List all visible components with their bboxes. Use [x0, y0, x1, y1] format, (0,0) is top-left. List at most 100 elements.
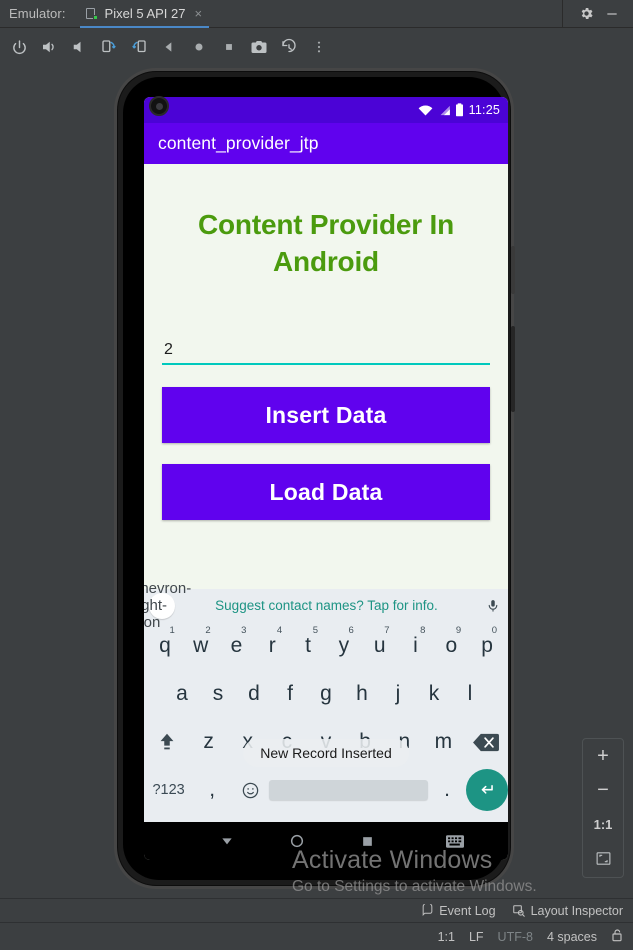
emulator-label: Emulator: [9, 6, 66, 21]
tab-label: Pixel 5 API 27 [104, 6, 186, 21]
load-data-button[interactable]: Load Data [162, 464, 490, 521]
shift-icon[interactable] [144, 720, 189, 764]
vertical-dots-icon[interactable] [304, 32, 334, 62]
layout-inspector-label: Layout Inspector [530, 903, 623, 918]
key-s[interactable]: s [200, 672, 236, 716]
insert-data-button[interactable]: Insert Data [162, 387, 490, 444]
key-o[interactable]: o9 [433, 624, 469, 668]
status-icons [418, 103, 464, 117]
tab-strip: Pixel 5 API 27 × [79, 0, 210, 28]
layout-inspector-button[interactable]: Layout Inspector [512, 904, 623, 918]
app-content: Content Provider In Android 2 Insert Dat… [144, 164, 508, 584]
keyboard-icon[interactable] [420, 834, 490, 848]
keyboard-row-4: ?123 , . [144, 766, 508, 814]
tab-active-underline [79, 25, 210, 28]
actual-size-button[interactable]: 1:1 [583, 807, 623, 841]
zoom-in-button[interactable]: + [583, 739, 623, 773]
key-h[interactable]: h [344, 672, 380, 716]
triangle-back-icon[interactable] [154, 32, 184, 62]
volume-up-icon[interactable] [34, 32, 64, 62]
key-k[interactable]: k [416, 672, 452, 716]
symbols-key[interactable]: ?123 [144, 768, 193, 812]
name-input-field[interactable]: 2 [162, 341, 490, 366]
indent-setting[interactable]: 4 spaces [547, 930, 597, 944]
rotate-right-icon[interactable] [124, 32, 154, 62]
square-overview-icon[interactable] [214, 32, 244, 62]
microphone-icon[interactable] [478, 597, 508, 615]
status-time: 11:25 [468, 103, 500, 117]
camera-punch-hole [149, 96, 169, 116]
enter-icon[interactable] [465, 768, 508, 812]
file-encoding[interactable]: UTF-8 [498, 930, 533, 944]
key-m[interactable]: m [424, 720, 463, 764]
key-z[interactable]: z [189, 720, 228, 764]
space-key[interactable] [269, 768, 429, 812]
event-log-button[interactable]: Event Log [421, 903, 496, 918]
key-q[interactable]: q1 [147, 624, 183, 668]
key-j[interactable]: j [380, 672, 416, 716]
suggestion-text[interactable]: Suggest contact names? Tap for info. [175, 598, 478, 613]
backspace-icon[interactable] [463, 731, 508, 753]
history-icon[interactable] [274, 32, 304, 62]
emulator-window: Emulator: Pixel 5 API 27 × 11:25 content… [0, 0, 633, 950]
line-separator[interactable]: LF [469, 930, 484, 944]
window-title-bar: Emulator: Pixel 5 API 27 × [0, 0, 633, 28]
key-g[interactable]: g [308, 672, 344, 716]
key-i[interactable]: i8 [398, 624, 434, 668]
chevron-right-icon[interactable]: chevron-right-icon [144, 580, 191, 631]
zoom-out-button[interactable]: − [583, 773, 623, 807]
phone-device: 11:25 content_provider_jtp Content Provi… [114, 68, 515, 889]
android-status-bar: 11:25 [144, 97, 508, 123]
key-a[interactable]: a [164, 672, 200, 716]
event-log-label: Event Log [439, 903, 496, 918]
power-icon[interactable] [4, 32, 34, 62]
window-controls [562, 0, 633, 28]
emulator-toolbar [0, 29, 633, 65]
volume-down-icon[interactable] [64, 32, 94, 62]
key-comma[interactable]: , [193, 768, 231, 812]
gear-icon[interactable] [575, 3, 597, 25]
key-period[interactable]: . [428, 768, 466, 812]
app-title: content_provider_jtp [158, 133, 319, 153]
suggestion-bar: chevron-right-icon Suggest contact names… [144, 580, 508, 631]
input-underline [162, 363, 490, 366]
emoji-icon[interactable] [231, 768, 269, 812]
keyboard-row-2: asdfghjkl [144, 670, 508, 718]
fit-screen-icon[interactable] [583, 841, 623, 875]
toast-message: New Record Inserted [243, 739, 409, 767]
close-icon[interactable]: × [194, 6, 202, 21]
key-y[interactable]: y6 [326, 624, 362, 668]
key-u[interactable]: u7 [362, 624, 398, 668]
key-e[interactable]: e3 [219, 624, 255, 668]
page-title: Content Provider In Android [198, 209, 454, 278]
key-t[interactable]: t5 [290, 624, 326, 668]
name-input-value: 2 [164, 341, 173, 359]
key-l[interactable]: l [452, 672, 488, 716]
phone-power-button[interactable] [511, 246, 515, 294]
rotate-left-icon[interactable] [94, 32, 124, 62]
tab-pixel-5-api-27[interactable]: Pixel 5 API 27 × [79, 0, 210, 28]
nav-recents-button[interactable] [332, 835, 402, 848]
zoom-control-panel: + − 1:1 [582, 738, 624, 878]
battery-icon [455, 103, 463, 117]
nav-home-button[interactable] [262, 833, 332, 849]
key-r[interactable]: r4 [254, 624, 290, 668]
minimize-icon[interactable] [601, 3, 623, 25]
key-f[interactable]: f [272, 672, 308, 716]
camera-icon[interactable] [244, 32, 274, 62]
layout-inspector-icon [512, 904, 525, 917]
caret-position[interactable]: 1:1 [438, 930, 455, 944]
key-d[interactable]: d [236, 672, 272, 716]
key-p[interactable]: p0 [469, 624, 505, 668]
key-w[interactable]: w2 [183, 624, 219, 668]
phone-volume-button[interactable] [511, 326, 515, 412]
nav-back-button[interactable] [192, 833, 262, 849]
event-log-icon [422, 904, 433, 917]
android-nav-bar [144, 822, 508, 860]
lock-icon[interactable] [611, 928, 623, 945]
phone-screen: 11:25 content_provider_jtp Content Provi… [144, 97, 508, 860]
circle-home-icon[interactable] [184, 32, 214, 62]
phone-bezel: 11:25 content_provider_jtp Content Provi… [123, 77, 508, 880]
tool-window-bar: Event Log Layout Inspector [0, 898, 633, 922]
keyboard-row-1: q1w2e3r4t5y6u7i8o9p0 [144, 622, 508, 670]
